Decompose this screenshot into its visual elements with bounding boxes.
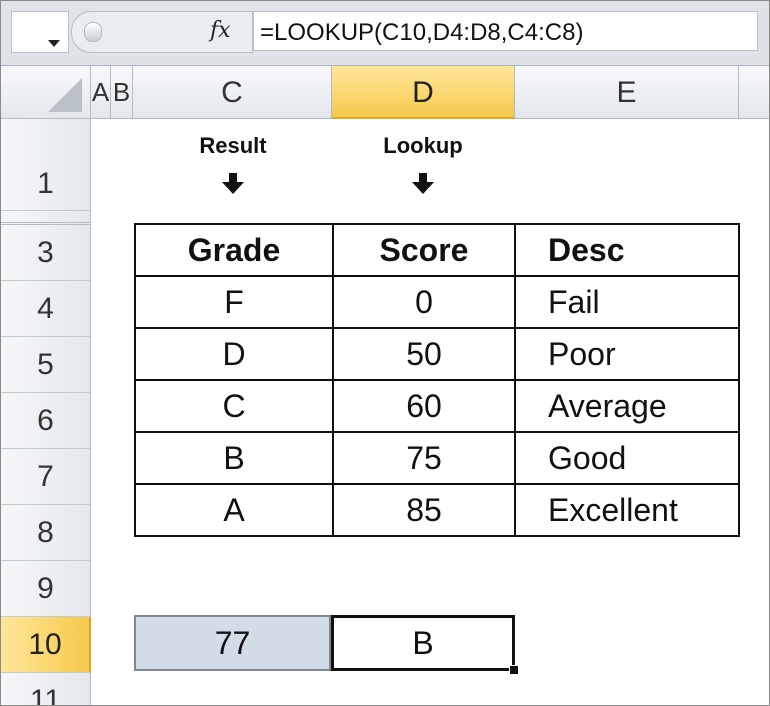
score-cell[interactable]: 75 — [332, 431, 516, 485]
grade-cell[interactable]: A — [134, 483, 334, 537]
table-row: D 50 Poor — [134, 327, 740, 381]
desc-cell[interactable]: Excellent — [514, 483, 740, 537]
grade-cell[interactable]: C — [134, 379, 334, 433]
chevron-down-icon[interactable] — [48, 40, 60, 47]
formula-bar: fx =LOOKUP(C10,D4:D8,C4:C8) — [1, 1, 769, 66]
formula-tools: fx — [71, 11, 253, 53]
grade-cell[interactable]: B — [134, 431, 334, 485]
arrow-down-icon — [412, 182, 434, 194]
desc-cell[interactable]: Average — [514, 379, 740, 433]
result-label: Result — [199, 133, 267, 158]
resize-grip-icon[interactable] — [84, 22, 102, 42]
grade-cell[interactable]: D — [134, 327, 334, 381]
desc-cell[interactable]: Poor — [514, 327, 740, 381]
header-grade[interactable]: Grade — [134, 223, 334, 277]
desc-cell[interactable]: Fail — [514, 275, 740, 329]
table-row: F 0 Fail — [134, 275, 740, 329]
row-header-6[interactable]: 6 — [1, 393, 91, 449]
column-header-d[interactable]: D — [332, 66, 515, 119]
table-row: A 85 Excellent — [134, 483, 740, 537]
select-all-corner[interactable] — [1, 66, 91, 119]
formula-input[interactable]: =LOOKUP(C10,D4:D8,C4:C8) — [253, 11, 758, 51]
table-row: B 75 Good — [134, 431, 740, 485]
row-header-11[interactable]: 11 — [1, 673, 91, 705]
score-cell[interactable]: 50 — [332, 327, 516, 381]
row-header-1[interactable]: 1 — [1, 119, 91, 211]
fill-handle[interactable] — [509, 665, 519, 675]
row-header-5[interactable]: 5 — [1, 337, 91, 393]
row-header-9[interactable]: 9 — [1, 561, 91, 617]
insert-function-icon[interactable]: fx — [210, 18, 231, 43]
result-grade-cell[interactable]: B — [331, 615, 515, 671]
row-header-8[interactable]: 8 — [1, 505, 91, 561]
column-header-c[interactable]: C — [133, 66, 332, 119]
row-header-3[interactable]: 3 — [1, 225, 91, 281]
table-row: C 60 Average — [134, 379, 740, 433]
row-header-4[interactable]: 4 — [1, 281, 91, 337]
spreadsheet-window: fx =LOOKUP(C10,D4:D8,C4:C8) A B C D E 1 … — [0, 0, 770, 706]
arrow-down-icon — [222, 182, 244, 194]
score-cell[interactable]: 60 — [332, 379, 516, 433]
table-header-row: Grade Score Desc — [134, 223, 740, 277]
column-header-e[interactable]: E — [515, 66, 739, 119]
grade-cell[interactable]: F — [134, 275, 334, 329]
desc-cell[interactable]: Good — [514, 431, 740, 485]
score-cell[interactable]: 0 — [332, 275, 516, 329]
column-header-b[interactable]: B — [111, 66, 133, 119]
column-header-a[interactable]: A — [91, 66, 111, 119]
name-box[interactable] — [11, 11, 69, 53]
input-score-cell[interactable]: 77 — [134, 615, 331, 671]
header-desc[interactable]: Desc — [514, 223, 740, 277]
grade-lookup-table: Grade Score Desc F 0 Fail D 50 Poor C 60… — [134, 223, 740, 537]
row-header-10[interactable]: 10 — [1, 617, 91, 673]
lookup-label: Lookup — [383, 133, 463, 158]
header-score[interactable]: Score — [332, 223, 516, 277]
result-arrow-stem — [229, 173, 237, 182]
select-all-icon — [48, 78, 82, 112]
score-cell[interactable]: 85 — [332, 483, 516, 537]
lookup-arrow-stem — [419, 173, 427, 182]
row-header-hidden[interactable] — [1, 211, 91, 225]
column-header-next[interactable] — [739, 66, 769, 119]
row-header-7[interactable]: 7 — [1, 449, 91, 505]
